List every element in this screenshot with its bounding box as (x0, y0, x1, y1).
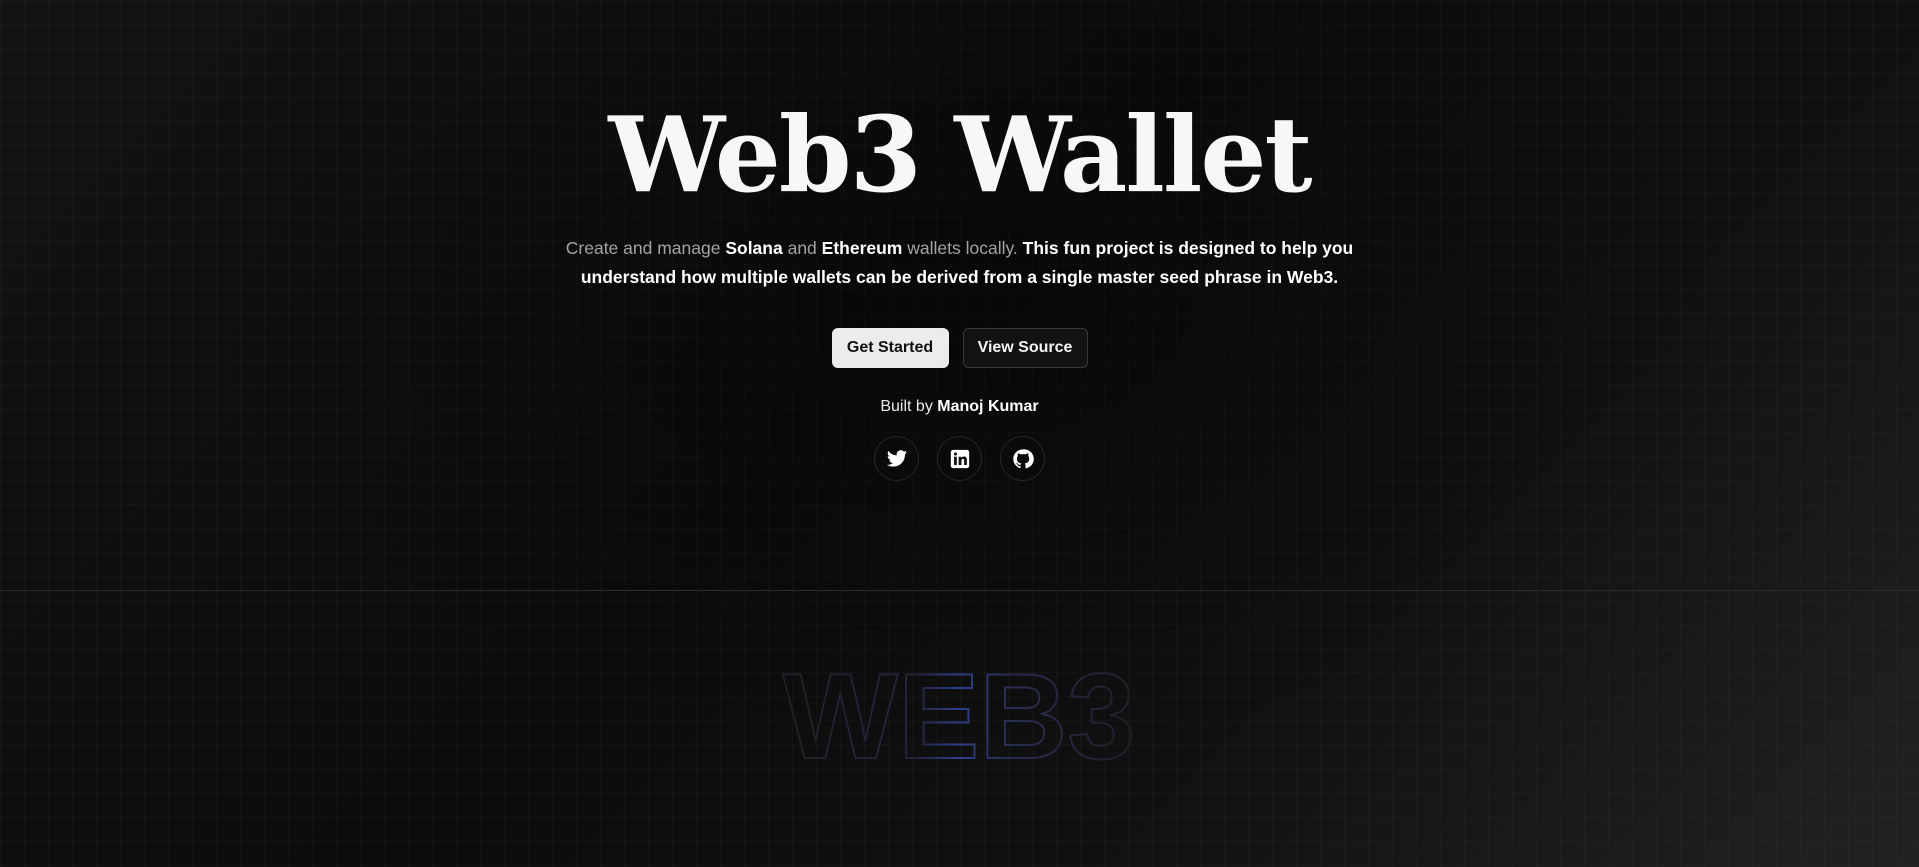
twitter-link[interactable] (874, 436, 919, 481)
github-icon (1012, 448, 1034, 470)
hero-description: Create and manage Solana and Ethereum wa… (560, 234, 1359, 292)
social-links (0, 436, 1919, 481)
author-name[interactable]: Manoj Kumar (937, 398, 1038, 415)
web3-watermark: WEB3 (0, 640, 1919, 770)
linkedin-icon (949, 448, 971, 470)
cta-buttons: Get Started View Source (0, 328, 1919, 368)
desc-text-1: Create and manage (565, 238, 726, 258)
view-source-button[interactable]: View Source (962, 328, 1088, 368)
desc-text-2: and (782, 238, 822, 258)
watermark-text: WEB3 (783, 648, 1135, 770)
section-divider (0, 590, 1919, 591)
linkedin-link[interactable] (937, 436, 982, 481)
get-started-button[interactable]: Get Started (831, 328, 949, 368)
desc-ethereum: Ethereum (821, 238, 903, 258)
twitter-icon (886, 448, 908, 470)
desc-solana: Solana (725, 238, 783, 258)
hero-section: Web3 Wallet Create and manage Solana and… (0, 0, 1919, 590)
desc-text-3: wallets locally. (902, 238, 1023, 258)
github-link[interactable] (1000, 436, 1045, 481)
built-by-prefix: Built by (880, 398, 938, 415)
page-title: Web3 Wallet (608, 93, 1312, 216)
built-by: Built by Manoj Kumar (0, 397, 1919, 417)
